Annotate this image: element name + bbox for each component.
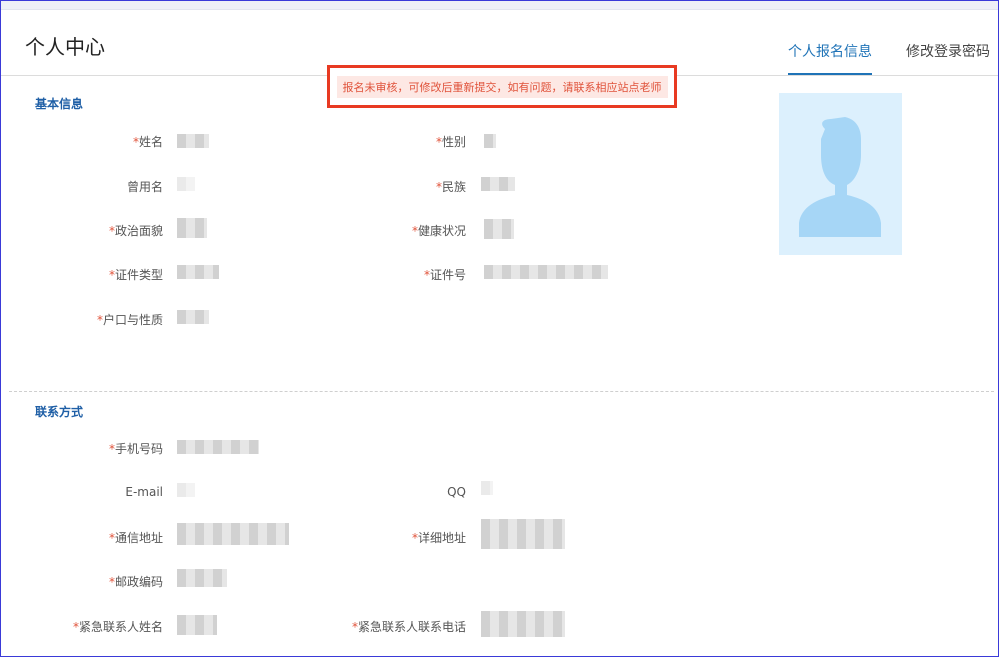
review-notice-text: 报名未审核，可修改后重新提交，如有问题，请联系相应站点老师 bbox=[336, 75, 668, 98]
value-health-redacted bbox=[484, 219, 514, 239]
page-frame: 个人中心 个人报名信息 修改登录密码 报名未审核，可修改后重新提交，如有问题，请… bbox=[0, 0, 999, 657]
label-phone: *手机号码 bbox=[108, 442, 163, 456]
label-email: E-mail bbox=[125, 485, 163, 499]
value-id-type-redacted bbox=[177, 265, 219, 279]
value-detail-address-redacted bbox=[481, 519, 565, 549]
label-postcode: *邮政编码 bbox=[108, 575, 163, 589]
value-postcode-redacted bbox=[177, 569, 227, 587]
tab-change-login-password[interactable]: 修改登录密码 bbox=[906, 41, 990, 75]
value-gender-redacted bbox=[484, 134, 496, 148]
section-title-contact: 联系方式 bbox=[35, 405, 84, 419]
tab-bar: 个人报名信息 修改登录密码 bbox=[754, 41, 990, 75]
label-health: *健康状况 bbox=[411, 224, 466, 238]
label-former-name: 曾用名 bbox=[126, 180, 163, 194]
label-qq: QQ bbox=[447, 485, 466, 499]
review-notice-box: 报名未审核，可修改后重新提交，如有问题，请联系相应站点老师 bbox=[327, 65, 677, 108]
top-bar bbox=[1, 1, 998, 10]
value-emergency-name-redacted bbox=[177, 615, 217, 635]
value-phone-redacted bbox=[177, 440, 259, 454]
tab-personal-registration-info[interactable]: 个人报名信息 bbox=[788, 41, 872, 75]
value-name-redacted bbox=[177, 134, 209, 148]
label-emergency-phone: *紧急联系人联系电话 bbox=[351, 620, 466, 634]
value-id-number-redacted bbox=[484, 265, 608, 279]
value-household-redacted bbox=[177, 310, 209, 324]
value-email-redacted bbox=[177, 483, 195, 497]
label-id-type: *证件类型 bbox=[108, 268, 163, 282]
label-household: *户口与性质 bbox=[96, 313, 163, 327]
label-ethnicity: *民族 bbox=[435, 180, 466, 194]
section-divider bbox=[9, 391, 994, 392]
page-title: 个人中心 bbox=[25, 35, 105, 59]
value-former-name-redacted bbox=[177, 177, 195, 191]
value-emergency-phone-redacted bbox=[481, 611, 565, 637]
value-mail-address-redacted bbox=[177, 523, 289, 545]
label-id-number: *证件号 bbox=[423, 268, 466, 282]
value-political-status-redacted bbox=[177, 218, 207, 238]
value-qq-redacted bbox=[481, 481, 493, 495]
label-gender: *性别 bbox=[435, 135, 466, 149]
section-title-basic-info: 基本信息 bbox=[35, 97, 84, 111]
user-silhouette-icon bbox=[799, 117, 881, 237]
label-political-status: *政治面貌 bbox=[108, 224, 163, 238]
label-name: *姓名 bbox=[132, 135, 163, 149]
label-emergency-name: *紧急联系人姓名 bbox=[72, 620, 163, 634]
label-detail-address: *详细地址 bbox=[411, 531, 466, 545]
label-mail-address: *通信地址 bbox=[108, 531, 163, 545]
value-ethnicity-redacted bbox=[481, 177, 515, 191]
avatar-photo bbox=[779, 93, 902, 255]
